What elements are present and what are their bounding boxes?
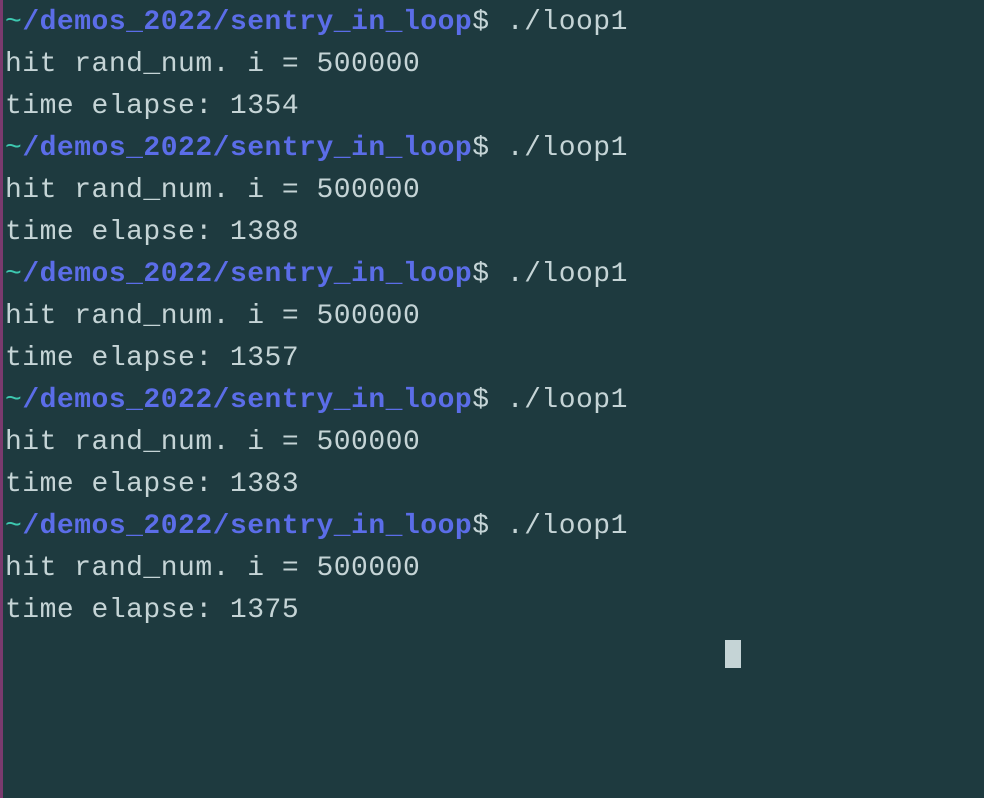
prompt-dollar: $ xyxy=(472,511,507,542)
output-line: hit rand_num. i = 500000 xyxy=(5,296,984,338)
prompt-tilde: ~ xyxy=(5,259,22,290)
output-line: hit rand_num. i = 500000 xyxy=(5,548,984,590)
prompt-path: /demos_2022/sentry_in_loop xyxy=(22,7,472,38)
prompt-dollar: $ xyxy=(472,133,507,164)
command-text: ./loop1 xyxy=(507,7,628,38)
prompt-line: ~/demos_2022/sentry_in_loop$ ./loop1 xyxy=(5,254,984,296)
prompt-dollar: $ xyxy=(472,7,507,38)
command-text: ./loop1 xyxy=(507,259,628,290)
cursor-icon xyxy=(725,640,741,668)
prompt-path: /demos_2022/sentry_in_loop xyxy=(22,133,472,164)
prompt-line: ~/demos_2022/sentry_in_loop$ ./loop1 xyxy=(5,2,984,44)
prompt-dollar: $ xyxy=(472,259,507,290)
prompt-tilde: ~ xyxy=(5,133,22,164)
prompt-dollar: $ xyxy=(472,385,507,416)
output-line: time elapse: 1354 xyxy=(5,86,984,128)
prompt-path: /demos_2022/sentry_in_loop xyxy=(22,259,472,290)
prompt-path: /demos_2022/sentry_in_loop xyxy=(22,385,472,416)
prompt-tilde: ~ xyxy=(5,7,22,38)
output-line: time elapse: 1388 xyxy=(5,212,984,254)
command-text: ./loop1 xyxy=(507,385,628,416)
output-line: time elapse: 1375 xyxy=(5,590,984,632)
terminal-output[interactable]: ~/demos_2022/sentry_in_loop$ ./loop1 hit… xyxy=(5,0,984,674)
output-line: hit rand_num. i = 500000 xyxy=(5,170,984,212)
prompt-path: /demos_2022/sentry_in_loop xyxy=(22,511,472,542)
prompt-line: ~/demos_2022/sentry_in_loop$ ./loop1 xyxy=(5,506,984,548)
prompt-tilde: ~ xyxy=(5,385,22,416)
command-text: ./loop1 xyxy=(507,133,628,164)
command-text: ./loop1 xyxy=(507,511,628,542)
output-line: hit rand_num. i = 500000 xyxy=(5,44,984,86)
prompt-line: ~/demos_2022/sentry_in_loop$ ./loop1 xyxy=(5,380,984,422)
output-line: time elapse: 1383 xyxy=(5,464,984,506)
prompt-line: ~/demos_2022/sentry_in_loop$ ./loop1 xyxy=(5,128,984,170)
cursor-line xyxy=(5,632,984,674)
output-line: hit rand_num. i = 500000 xyxy=(5,422,984,464)
prompt-tilde: ~ xyxy=(5,511,22,542)
output-line: time elapse: 1357 xyxy=(5,338,984,380)
